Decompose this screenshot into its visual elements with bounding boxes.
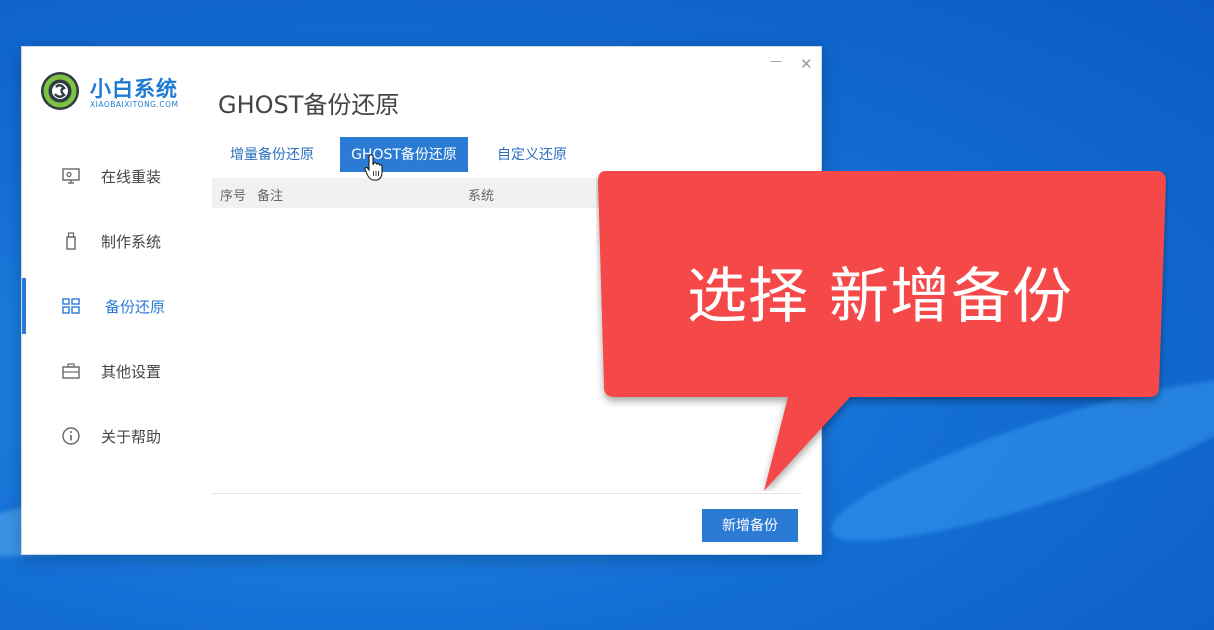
- app-logo: 小白系统 XIAOBAIXITONG.COM: [40, 71, 190, 119]
- column-header-system: 系统: [468, 189, 495, 204]
- sidebar-item-other-settings[interactable]: 其他设置: [22, 343, 202, 399]
- tab-custom-restore[interactable]: 自定义还原: [476, 137, 588, 172]
- sidebar-item-label: 关于帮助: [101, 427, 162, 446]
- sidebar-item-online-install[interactable]: 在线重装: [22, 148, 202, 204]
- logo-subtitle: XIAOBAIXITONG.COM: [90, 100, 179, 109]
- column-header-index: 序号: [220, 189, 247, 204]
- sidebar-item-label: 其他设置: [101, 362, 162, 381]
- close-button[interactable]: ✕: [800, 55, 813, 73]
- add-backup-button[interactable]: 新增备份: [702, 509, 798, 542]
- column-header-note: 备注: [257, 189, 284, 204]
- usb-drive-icon: [66, 232, 76, 250]
- tab-incremental-backup[interactable]: 增量备份还原: [212, 137, 332, 172]
- monitor-icon: [62, 168, 80, 184]
- grid-icon: [62, 298, 80, 314]
- sidebar-item-make-system[interactable]: 制作系统: [22, 213, 202, 269]
- footer-divider: [212, 493, 802, 494]
- callout-text: 选择 新增备份: [686, 262, 1074, 332]
- sidebar-item-backup-restore[interactable]: 备份还原: [22, 278, 206, 334]
- sidebar-item-label: 备份还原: [105, 297, 166, 316]
- sidebar-item-label: 制作系统: [101, 232, 162, 251]
- hand-cursor-icon: [364, 154, 383, 181]
- logo-title: 小白系统: [90, 77, 178, 101]
- minimize-button[interactable]: —: [770, 54, 782, 68]
- briefcase-icon: [62, 363, 80, 379]
- logo-mark-icon: [41, 72, 79, 110]
- sidebar-item-label: 在线重装: [101, 167, 162, 186]
- info-icon: [62, 427, 80, 445]
- page-title: GHOST备份还原: [218, 91, 400, 119]
- tab-ghost-backup[interactable]: GHOST备份还原: [340, 137, 468, 172]
- sidebar-item-about-help[interactable]: 关于帮助: [22, 408, 202, 464]
